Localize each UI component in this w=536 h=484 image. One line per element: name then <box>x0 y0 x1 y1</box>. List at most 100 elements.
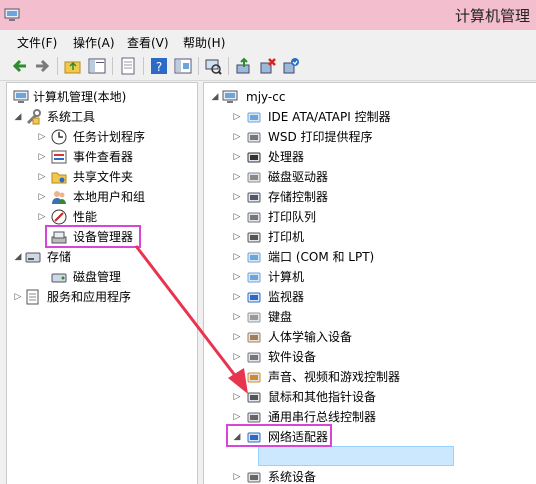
expand-arrow-icon[interactable]: ▷ <box>232 347 242 367</box>
tree-item-label: 事件查看器 <box>73 150 134 164</box>
tree-item-storage[interactable]: ◢ 存储 <box>7 247 195 267</box>
expand-arrow-icon[interactable]: ▷ <box>232 387 242 407</box>
expand-arrow-icon[interactable]: ▷ <box>232 147 242 167</box>
tree-item-device-category[interactable]: ▷ IDE ATA/ATAPI 控制器 <box>204 107 536 127</box>
device-category-icon <box>246 149 262 165</box>
tree-item-services-applications[interactable]: ▷ 服务和应用程序 <box>7 287 195 307</box>
tree-item-device-category[interactable]: ▷ 鼠标和其他指针设备 <box>204 387 536 407</box>
tree-item-device-category[interactable]: ▷ 磁盘驱动器 <box>204 167 536 187</box>
device-tree-pane[interactable]: ◢ mjy-cc ▷ IDE ATA/ATAPI 控制器 ▷ WSD 打印提供程序 ▷ 处… <box>203 82 536 484</box>
expand-arrow-icon[interactable]: ▷ <box>37 187 47 207</box>
tree-item-label: 处理器 <box>268 150 305 164</box>
collapse-arrow-icon[interactable]: ◢ <box>13 107 23 127</box>
device-category-icon <box>246 389 262 405</box>
tree-item-disk-management[interactable]: 磁盘管理 <box>7 267 195 287</box>
scan-hardware-icon[interactable] <box>204 57 222 75</box>
menu-action[interactable]: 操作(A) <box>73 34 115 51</box>
device-category-icon <box>246 289 262 305</box>
tree-item-computer-root[interactable]: ◢ mjy-cc <box>204 87 536 107</box>
users-icon <box>51 189 67 205</box>
tree-item-shared-folders[interactable]: ▷ 共享文件夹 <box>7 167 195 187</box>
device-category-icon <box>246 209 262 225</box>
device-category-icon <box>246 229 262 245</box>
tree-item-device-category[interactable]: ▷ 声音、视频和游戏控制器 <box>204 367 536 387</box>
device-category-icon <box>246 409 262 425</box>
tree-item-label: 磁盘驱动器 <box>268 170 329 184</box>
help-icon[interactable]: ? <box>150 57 168 75</box>
tree-item-label: mjy-cc <box>246 90 286 104</box>
expand-arrow-icon[interactable]: ▷ <box>37 167 47 187</box>
menu-file[interactable]: 文件(F) <box>17 34 57 51</box>
tree-item-label: 打印队列 <box>268 210 317 224</box>
tree-item-label: 计算机 <box>268 270 305 284</box>
forward-icon[interactable] <box>33 57 51 75</box>
update-driver-icon[interactable] <box>235 57 253 75</box>
menu-view[interactable]: 查看(V) <box>127 34 169 51</box>
clock-icon <box>51 129 67 145</box>
expand-arrow-icon[interactable]: ▷ <box>13 287 23 307</box>
expand-arrow-icon[interactable]: ▷ <box>37 207 47 227</box>
tree-item-device-category[interactable]: ▷ 打印队列 <box>204 207 536 227</box>
expand-arrow-icon[interactable]: ▷ <box>232 467 242 484</box>
tree-item-performance[interactable]: ▷ 性能 <box>7 207 195 227</box>
tree-item-local-users-groups[interactable]: ▷ 本地用户和组 <box>7 187 195 207</box>
svg-text:?: ? <box>156 60 162 74</box>
expand-arrow-icon[interactable]: ▷ <box>232 307 242 327</box>
up-folder-icon[interactable] <box>64 57 82 75</box>
disk-management-icon <box>51 269 67 285</box>
expand-arrow-icon[interactable]: ▷ <box>232 187 242 207</box>
export-list-icon[interactable] <box>119 57 137 75</box>
tree-item-device-category[interactable]: ▷ 端口 (COM 和 LPT) <box>204 247 536 267</box>
expand-arrow-icon[interactable]: ▷ <box>232 127 242 147</box>
device-category-icon <box>246 329 262 345</box>
back-icon[interactable] <box>11 57 29 75</box>
tree-item-computer-management[interactable]: 计算机管理(本地) <box>7 87 195 107</box>
device-category-icon <box>246 309 262 325</box>
tree-item-task-scheduler[interactable]: ▷ 任务计划程序 <box>7 127 195 147</box>
uninstall-icon[interactable] <box>259 57 277 75</box>
collapse-arrow-icon[interactable]: ◢ <box>13 247 23 267</box>
shared-folder-icon <box>51 169 67 185</box>
tree-item-label: 计算机管理(本地) <box>33 90 127 104</box>
title-bar[interactable]: 计算机管理 <box>0 0 536 30</box>
tree-item-label: 键盘 <box>268 310 293 324</box>
enable-device-icon[interactable] <box>282 57 300 75</box>
navigation-tree-pane[interactable]: 计算机管理(本地) ◢ 系统工具 ▷ 任务计划程序 ▷ 事件查看器 ▷ 共享文件… <box>6 82 198 484</box>
device-category-icon <box>246 169 262 185</box>
tree-item-device-category[interactable]: ▷ 系统设备 <box>204 467 536 484</box>
tree-item-event-viewer[interactable]: ▷ 事件查看器 <box>7 147 195 167</box>
tree-item-device-category[interactable]: ▷ 计算机 <box>204 267 536 287</box>
expand-arrow-icon[interactable]: ▷ <box>232 107 242 127</box>
selected-row-background <box>258 446 454 466</box>
tree-item-label: 磁盘管理 <box>73 270 122 284</box>
device-category-icon <box>246 109 262 125</box>
toolbar: ? <box>0 52 536 81</box>
tree-item-device-category[interactable]: ▷ 打印机 <box>204 227 536 247</box>
tree-item-device-category[interactable]: ▷ 存储控制器 <box>204 187 536 207</box>
expand-arrow-icon[interactable]: ▷ <box>37 127 47 147</box>
expand-arrow-icon[interactable]: ▷ <box>232 167 242 187</box>
performance-icon <box>51 209 67 225</box>
tree-item-system-tools[interactable]: ◢ 系统工具 <box>7 107 195 127</box>
show-tree-icon[interactable] <box>88 57 106 75</box>
expand-arrow-icon[interactable]: ▷ <box>37 147 47 167</box>
tree-item-device-category[interactable]: ▷ 监视器 <box>204 287 536 307</box>
expand-arrow-icon[interactable]: ▷ <box>232 287 242 307</box>
expand-arrow-icon[interactable]: ▷ <box>232 327 242 347</box>
tree-item-label: 人体学输入设备 <box>268 330 353 344</box>
tree-item-device-category[interactable]: ▷ WSD 打印提供程序 <box>204 127 536 147</box>
window-title: 计算机管理 <box>454 7 530 25</box>
menu-help[interactable]: 帮助(H) <box>183 34 225 51</box>
tree-item-device-category[interactable]: ▷ 人体学输入设备 <box>204 327 536 347</box>
tree-item-device-category[interactable]: ▷ 键盘 <box>204 307 536 327</box>
expand-arrow-icon[interactable]: ▷ <box>232 247 242 267</box>
collapse-arrow-icon[interactable]: ◢ <box>210 87 220 107</box>
expand-arrow-icon[interactable]: ▷ <box>232 367 242 387</box>
properties-icon[interactable] <box>174 57 192 75</box>
expand-arrow-icon[interactable]: ▷ <box>232 227 242 247</box>
expand-arrow-icon[interactable]: ▷ <box>232 267 242 287</box>
tree-item-device-category[interactable]: ▷ 处理器 <box>204 147 536 167</box>
expand-arrow-icon[interactable]: ▷ <box>232 207 242 227</box>
computer-management-window: 计算机管理 文件(F) 操作(A) 查看(V) 帮助(H) ? 计算机管理(本地… <box>0 0 536 484</box>
tree-item-device-category[interactable]: ▷ 软件设备 <box>204 347 536 367</box>
